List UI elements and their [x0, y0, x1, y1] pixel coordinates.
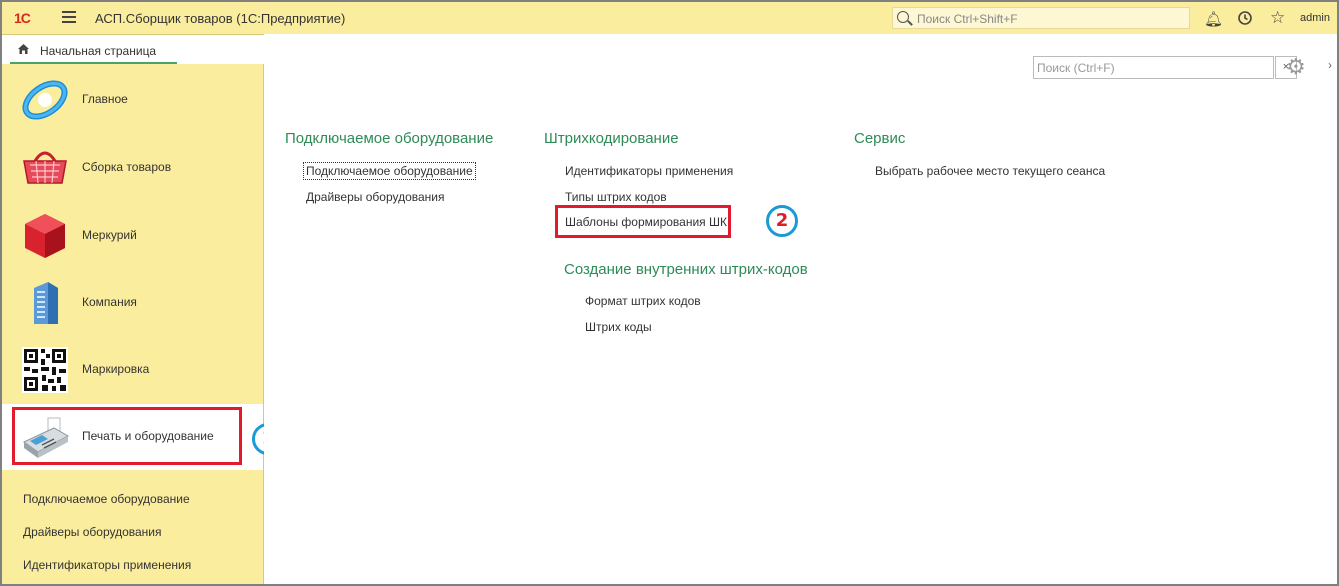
- app-window: 1С АСП.Сборщик товаров (1С:Предприятие) …: [2, 2, 1337, 584]
- group-title-connected-equipment: Подключаемое оборудование: [285, 130, 494, 147]
- group-title-service: Сервис: [854, 130, 906, 147]
- sections-panel: Главное Сборка товаров Меркурий Компания…: [2, 64, 284, 584]
- subitem-equipment-drivers[interactable]: Драйверы оборудования: [23, 525, 162, 539]
- main-section-icon: [20, 75, 70, 125]
- section-company[interactable]: Компания: [2, 270, 263, 336]
- group-title-internal-barcodes: Создание внутренних штрих-кодов: [564, 261, 808, 278]
- tab-home-page[interactable]: Начальная страница: [10, 39, 177, 64]
- subitem-application-identifiers[interactable]: Идентификаторы применения: [23, 558, 191, 572]
- section-label: Маркировка: [82, 362, 150, 376]
- section-label: Компания: [82, 295, 137, 309]
- link-connected-equipment[interactable]: Подключаемое оборудование: [303, 162, 476, 180]
- link-application-identifiers[interactable]: Идентификаторы применения: [565, 164, 733, 178]
- link-barcodes[interactable]: Штрих коды: [585, 320, 652, 334]
- search-icon: [897, 11, 909, 23]
- favorites-star-icon[interactable]: ☆: [1270, 8, 1285, 28]
- 1c-logo: 1С: [14, 10, 31, 26]
- subitem-connected-equipment[interactable]: Подключаемое оборудование: [23, 492, 190, 506]
- section-label: Сборка товаров: [82, 160, 172, 174]
- highlight-box-step1: [12, 407, 242, 465]
- link-equipment-drivers[interactable]: Драйверы оборудования: [306, 190, 445, 204]
- section-goods-assembly[interactable]: Сборка товаров: [2, 135, 263, 201]
- global-search-placeholder: Поиск Ctrl+Shift+F: [917, 12, 1018, 26]
- highlight-box-step2: [555, 205, 731, 238]
- group-title-barcoding: Штрихкодирование: [544, 130, 679, 147]
- cube-icon: [20, 211, 70, 261]
- link-barcode-format[interactable]: Формат штрих кодов: [585, 294, 701, 308]
- section-marking[interactable]: Маркировка: [2, 337, 263, 403]
- history-icon[interactable]: [1237, 10, 1253, 30]
- section-search-input[interactable]: Поиск (Ctrl+F) ×: [1033, 56, 1297, 79]
- section-main[interactable]: Главное: [2, 67, 263, 133]
- tab-label: Начальная страница: [40, 44, 157, 58]
- title-bar: 1С АСП.Сборщик товаров (1С:Предприятие) …: [2, 2, 1337, 35]
- home-icon: [17, 43, 30, 58]
- section-search-placeholder: Поиск (Ctrl+F): [1037, 61, 1115, 75]
- tab-row: Начальная страница: [2, 35, 264, 64]
- bell-icon[interactable]: 🔔︎: [1204, 10, 1223, 28]
- basket-icon: [20, 143, 70, 193]
- building-icon: [20, 278, 70, 328]
- qr-code-icon: [20, 345, 70, 395]
- gear-icon[interactable]: ⚙: [1286, 54, 1306, 80]
- user-name[interactable]: admin: [1300, 12, 1330, 24]
- section-label: Меркурий: [82, 228, 137, 242]
- link-barcode-types[interactable]: Типы штрих кодов: [565, 190, 667, 204]
- section-label: Главное: [82, 92, 128, 106]
- app-title: АСП.Сборщик товаров (1С:Предприятие): [95, 11, 346, 26]
- global-search-input[interactable]: Поиск Ctrl+Shift+F: [892, 7, 1190, 29]
- chevron-right-icon[interactable]: ›: [1328, 58, 1332, 72]
- main-menu-icon[interactable]: [62, 11, 76, 23]
- main-content: Поиск (Ctrl+F) × ⚙ › Подключаемое оборуд…: [264, 34, 1337, 584]
- section-mercury[interactable]: Меркурий: [2, 203, 263, 269]
- link-select-workplace[interactable]: Выбрать рабочее место текущего сеанса: [875, 164, 1105, 178]
- step-2-marker: 2: [766, 205, 798, 237]
